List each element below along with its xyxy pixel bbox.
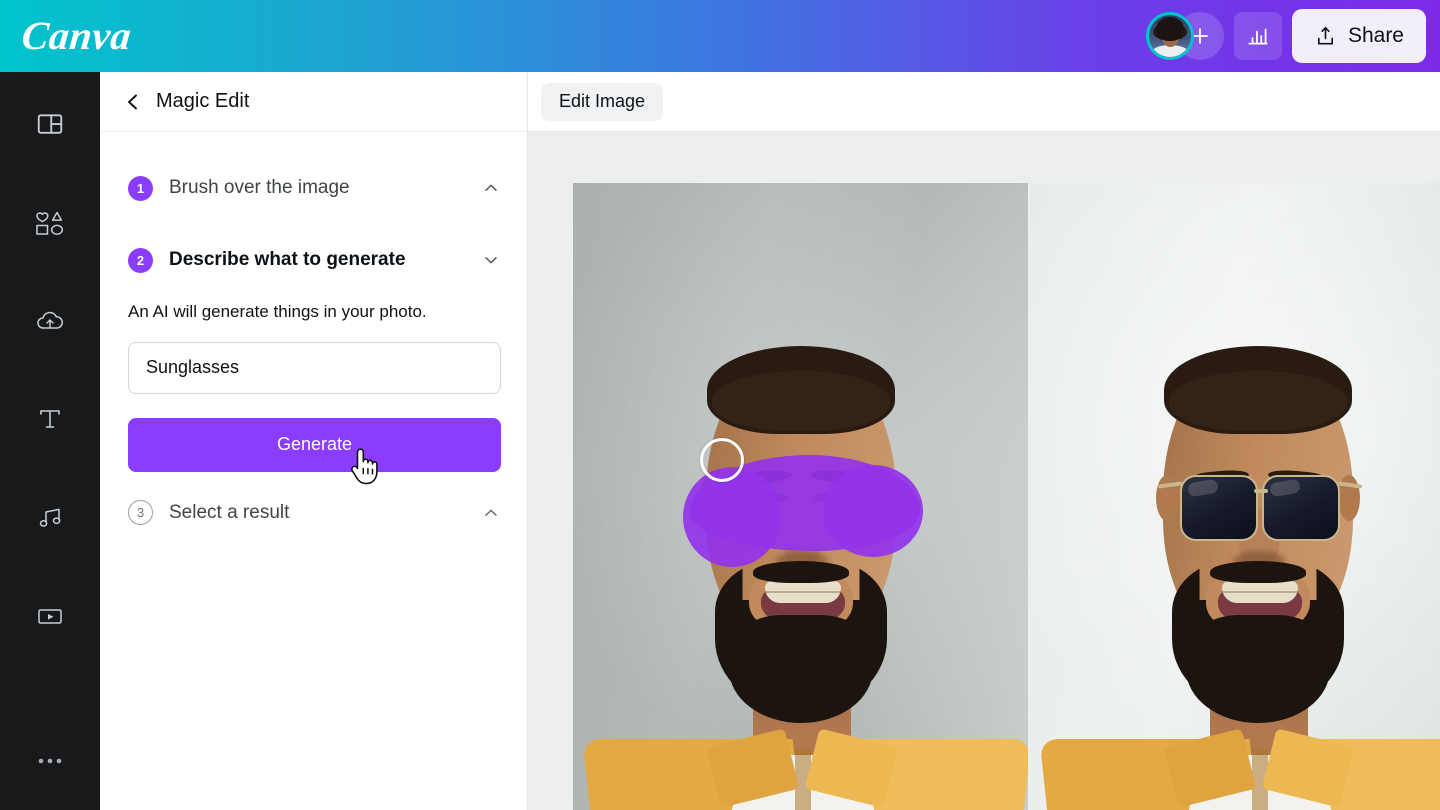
chevron-left-icon xyxy=(124,93,142,111)
rail-item-elements[interactable] xyxy=(0,173,100,271)
music-note-icon xyxy=(34,502,66,534)
prompt-input-value: Sunglasses xyxy=(146,357,239,378)
chevron-up-icon xyxy=(483,180,499,196)
design-canvas[interactable] xyxy=(528,132,1440,810)
sunglasses-bridge xyxy=(1254,489,1268,493)
step-brush-over-the-image[interactable]: 1 Brush over the image xyxy=(128,161,499,215)
share-icon xyxy=(1314,25,1337,48)
rail-item-more[interactable] xyxy=(0,712,100,810)
shapes-icon xyxy=(33,206,67,240)
photo-comparison-stage xyxy=(573,183,1440,810)
share-button[interactable]: Share xyxy=(1292,9,1426,63)
layout-icon xyxy=(35,109,65,139)
generate-button-label: Generate xyxy=(277,434,352,455)
generate-button[interactable]: Generate xyxy=(128,418,501,472)
header-actions: Share xyxy=(1146,0,1440,72)
step-1-label: Brush over the image xyxy=(169,177,350,199)
generated-photo-with-sunglasses[interactable] xyxy=(1030,183,1440,810)
insights-button[interactable] xyxy=(1234,12,1282,60)
ellipsis-icon xyxy=(35,756,65,766)
step-2-badge: 2 xyxy=(128,248,153,273)
panel-body: 1 Brush over the image 2 Describe what t… xyxy=(100,161,527,540)
original-photo-with-mask[interactable] xyxy=(573,183,1028,810)
tab-edit-image[interactable]: Edit Image xyxy=(541,83,663,121)
step-2-chevron[interactable] xyxy=(483,252,499,268)
step-select-a-result[interactable]: 3 Select a result xyxy=(128,486,499,540)
person-figure xyxy=(1030,183,1440,810)
magic-edit-panel: Magic Edit 1 Brush over the image 2 Desc… xyxy=(100,72,528,810)
chevron-down-icon xyxy=(483,252,499,268)
rail-item-audio[interactable] xyxy=(0,469,100,567)
step-1-badge: 1 xyxy=(128,176,153,201)
back-button[interactable] xyxy=(124,93,142,111)
step-3-chevron[interactable] xyxy=(483,505,499,521)
chevron-up-icon xyxy=(483,505,499,521)
text-t-icon xyxy=(35,404,65,434)
cloud-upload-icon xyxy=(34,305,66,337)
analytics-icon xyxy=(1245,23,1271,49)
step-1-chevron[interactable] xyxy=(483,180,499,196)
share-button-label: Share xyxy=(1348,24,1404,48)
rail-item-design[interactable] xyxy=(0,75,100,173)
canva-editor-window: Canva xyxy=(0,0,1440,810)
rail-item-uploads[interactable] xyxy=(0,272,100,370)
page-title: Magic Edit xyxy=(156,90,249,113)
generate-hint-text: An AI will generate things in your photo… xyxy=(128,301,499,324)
brush-circle-cursor xyxy=(700,438,744,482)
step-2-label: Describe what to generate xyxy=(169,249,406,271)
step-3-label: Select a result xyxy=(169,502,289,524)
left-tool-rail xyxy=(0,72,100,810)
video-play-icon xyxy=(34,600,66,632)
prompt-input[interactable]: Sunglasses xyxy=(128,342,501,394)
rail-item-videos[interactable] xyxy=(0,567,100,665)
tab-edit-image-label: Edit Image xyxy=(559,91,645,112)
step-3-badge: 3 xyxy=(128,500,153,525)
rail-item-text[interactable] xyxy=(0,370,100,468)
step-describe-what-to-generate[interactable]: 2 Describe what to generate xyxy=(128,233,499,287)
canva-logo[interactable]: Canva xyxy=(20,16,133,56)
top-header-bar: Canva xyxy=(0,0,1440,72)
canvas-toolbar: Edit Image xyxy=(528,72,1440,132)
avatar-image xyxy=(1149,15,1191,57)
avatar[interactable] xyxy=(1146,12,1194,60)
panel-header: Magic Edit xyxy=(100,72,527,132)
